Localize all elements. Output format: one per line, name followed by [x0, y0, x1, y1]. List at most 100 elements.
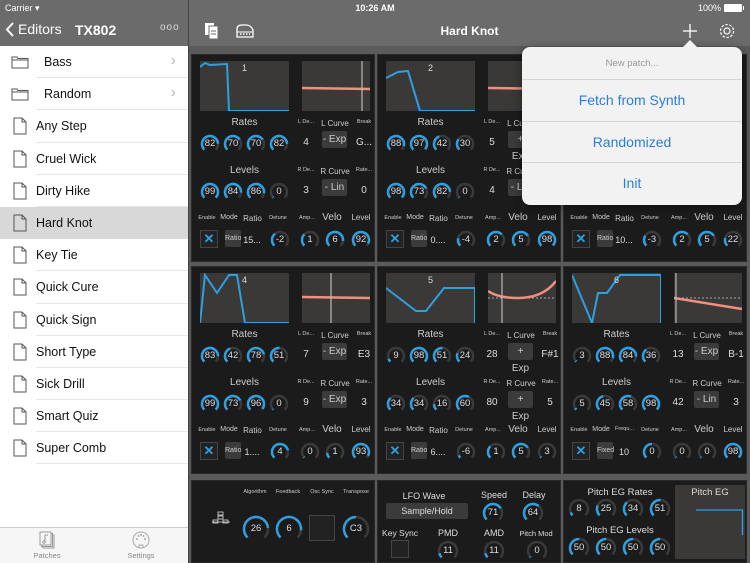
keyscale-graph[interactable]: [301, 273, 371, 323]
enable-checkbox[interactable]: ✕: [386, 442, 404, 460]
velocity-knob[interactable]: 5: [697, 230, 717, 250]
level-knob-1[interactable]: 34: [386, 394, 406, 414]
rate-knob-4[interactable]: 82: [269, 134, 289, 154]
r-curve-button[interactable]: + Exp: [508, 391, 533, 422]
ratio-value[interactable]: 0....: [426, 235, 450, 245]
rate-knob-2[interactable]: 88: [595, 346, 615, 366]
randomized-option[interactable]: Randomized: [522, 122, 742, 163]
velocity-knob[interactable]: 5: [511, 230, 531, 250]
mode-button[interactable]: Ratio: [225, 442, 241, 459]
level-knob-3[interactable]: 86: [246, 182, 266, 202]
more-button[interactable]: ooo: [160, 22, 180, 33]
l-depth-value[interactable]: 4: [293, 137, 319, 148]
amp-sens-knob[interactable]: 1: [300, 230, 320, 250]
r-depth-value[interactable]: 80: [479, 397, 505, 408]
init-option[interactable]: Init: [522, 163, 742, 205]
level-knob-2[interactable]: 84: [223, 182, 243, 202]
rate-knob-2[interactable]: 98: [409, 346, 429, 366]
pitch-eg-level-knob-3[interactable]: 50: [622, 537, 644, 559]
rate-knob-2[interactable]: 97: [409, 134, 429, 154]
keyboard-icon[interactable]: [234, 21, 256, 41]
rate-scale-value[interactable]: 3: [724, 397, 748, 408]
rate-knob-3[interactable]: 42: [432, 134, 452, 154]
mode-button[interactable]: Fixed: [597, 442, 614, 459]
r-depth-value[interactable]: 42: [665, 397, 691, 408]
rate-knob-3[interactable]: 70: [246, 134, 266, 154]
ratio-value[interactable]: 6....: [426, 447, 450, 457]
envelope-graph[interactable]: 6: [571, 273, 662, 327]
detune-knob[interactable]: -2: [270, 230, 290, 250]
detune-knob[interactable]: 4: [270, 442, 290, 462]
l-curve-button[interactable]: - Exp: [322, 131, 347, 148]
envelope-graph[interactable]: 4: [199, 272, 289, 324]
level-knob-3[interactable]: 82: [432, 182, 452, 202]
pitch-eg-level-knob-4[interactable]: 50: [649, 537, 671, 559]
output-level-knob[interactable]: 92: [351, 230, 371, 250]
level-knob-4[interactable]: 0: [269, 394, 289, 414]
list-item-dirty-hike[interactable]: Dirty Hike: [0, 175, 188, 208]
level-knob-1[interactable]: 98: [386, 182, 406, 202]
list-item-quick-sign[interactable]: Quick Sign: [0, 304, 188, 336]
copy-document-icon[interactable]: [201, 21, 223, 41]
enable-checkbox[interactable]: ✕: [200, 442, 218, 460]
r-curve-button[interactable]: - Lin: [694, 391, 719, 408]
mode-button[interactable]: Ratio: [411, 442, 427, 459]
output-level-knob[interactable]: 3: [537, 442, 557, 462]
rate-knob-4[interactable]: 36: [641, 346, 661, 366]
r-curve-button[interactable]: - Lin: [322, 179, 347, 196]
list-item-random[interactable]: Random ›: [0, 78, 188, 111]
l-curve-button[interactable]: - Exp: [322, 343, 347, 360]
r-depth-value[interactable]: 9: [293, 397, 319, 408]
ratio-value[interactable]: 10: [612, 447, 636, 457]
pitch-eg-level-knob-1[interactable]: 50: [568, 537, 590, 559]
rate-knob-2[interactable]: 42: [223, 346, 243, 366]
break-value[interactable]: E3: [352, 349, 376, 360]
keyscale-graph[interactable]: [487, 273, 557, 323]
list-item-super-comb[interactable]: Super Comb: [0, 432, 188, 465]
rate-knob-1[interactable]: 9: [386, 346, 406, 366]
list-item-hard-knot[interactable]: Hard Knot: [0, 206, 188, 240]
settings-button[interactable]: [716, 21, 738, 41]
mode-button[interactable]: Ratio: [225, 230, 241, 247]
level-knob-1[interactable]: 5: [572, 394, 592, 414]
level-knob-2[interactable]: 73: [223, 394, 243, 414]
pitch-eg-rate-knob-3[interactable]: 34: [622, 498, 644, 520]
list-item-sick-drill[interactable]: Sick Drill: [0, 368, 188, 401]
amp-sens-knob[interactable]: 0: [672, 442, 692, 462]
transpose-knob[interactable]: C3: [342, 515, 370, 543]
tab-patches[interactable]: Patches: [0, 528, 94, 563]
pitch-mod-knob[interactable]: 0: [526, 540, 548, 562]
list-item-key-tie[interactable]: Key Tie: [0, 239, 188, 272]
level-knob-2[interactable]: 34: [409, 394, 429, 414]
r-depth-value[interactable]: 3: [293, 185, 319, 196]
tab-settings[interactable]: Settings: [94, 528, 188, 563]
back-button[interactable]: Editors: [5, 21, 62, 37]
rate-knob-3[interactable]: 51: [432, 346, 452, 366]
mode-button[interactable]: Ratio: [597, 230, 613, 247]
rate-scale-value[interactable]: 0: [352, 185, 376, 196]
add-patch-button[interactable]: [679, 21, 701, 41]
pitch-eg-rate-knob-1[interactable]: 8: [568, 498, 590, 520]
keyscale-graph[interactable]: [301, 61, 371, 111]
ratio-value[interactable]: 10...: [612, 235, 636, 245]
level-knob-2[interactable]: 45: [595, 394, 615, 414]
delay-knob[interactable]: 64: [522, 502, 544, 524]
detune-knob[interactable]: 0: [642, 442, 662, 462]
l-curve-button[interactable]: - Exp: [694, 343, 719, 360]
amp-sens-knob[interactable]: 0: [300, 442, 320, 462]
r-depth-value[interactable]: 4: [479, 185, 505, 196]
level-knob-1[interactable]: 99: [200, 394, 220, 414]
level-knob-4[interactable]: 0: [269, 182, 289, 202]
enable-checkbox[interactable]: ✕: [200, 230, 218, 248]
level-knob-4[interactable]: 98: [641, 394, 661, 414]
r-curve-button[interactable]: - Exp: [322, 391, 347, 408]
rate-knob-3[interactable]: 78: [246, 346, 266, 366]
osc-sync-checkbox[interactable]: [309, 515, 335, 541]
detune-knob[interactable]: -3: [642, 230, 662, 250]
list-item-smart-quiz[interactable]: Smart Quiz: [0, 400, 188, 433]
velocity-knob[interactable]: 5: [511, 442, 531, 462]
feedback-knob[interactable]: 6: [275, 515, 303, 543]
list-item-short-type[interactable]: Short Type: [0, 336, 188, 369]
output-level-knob[interactable]: 98: [723, 442, 743, 462]
rate-knob-1[interactable]: 3: [572, 346, 592, 366]
